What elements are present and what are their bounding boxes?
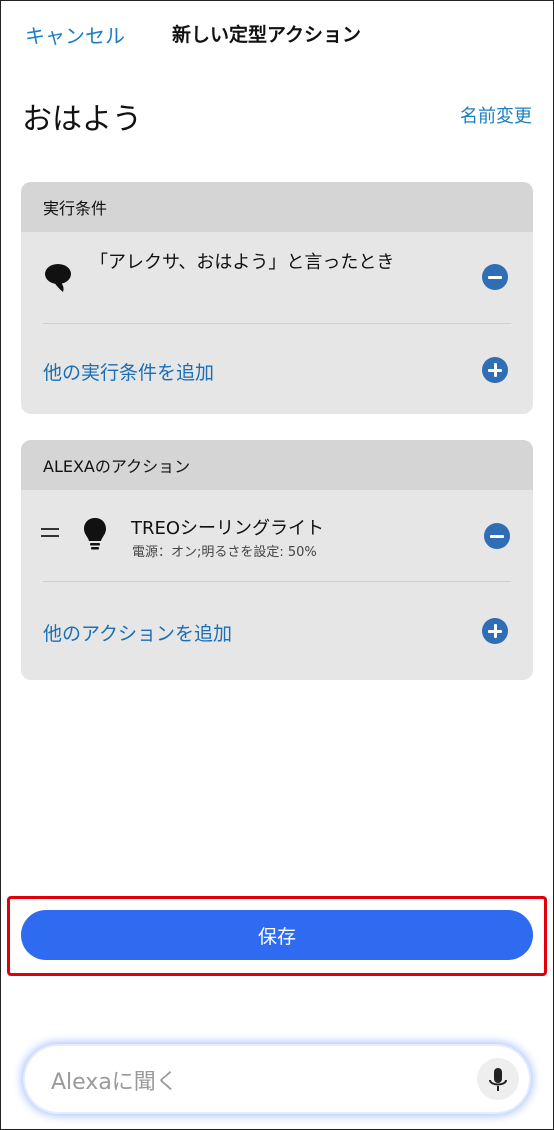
ask-alexa-placeholder[interactable]: Alexaに聞く	[51, 1064, 178, 1096]
action-detail: 電源：オン;明るさを設定: 50%	[132, 545, 317, 560]
add-trigger-link[interactable]: 他の実行条件を追加	[43, 358, 214, 385]
ask-alexa-bar[interactable]: Alexaに聞く	[25, 1046, 529, 1112]
routine-name: おはよう	[22, 102, 142, 137]
lightbulb-icon	[83, 517, 107, 555]
add-action-link[interactable]: 他のアクションを追加	[43, 619, 232, 646]
rename-button[interactable]: 名前変更	[460, 102, 532, 128]
action-card: ALEXAのアクション TREOシーリングライト 電源：オン;明るさを設定: 5…	[21, 440, 533, 680]
microphone-button[interactable]	[477, 1058, 519, 1100]
speech-bubble-icon	[43, 263, 73, 297]
header-title: 新しい定型アクション	[172, 24, 362, 46]
cancel-button[interactable]: キャンセル	[25, 20, 125, 49]
trigger-row[interactable]: 「アレクサ、おはよう」と言ったとき	[21, 232, 533, 324]
drag-handle-icon[interactable]	[41, 528, 59, 540]
trigger-text: 「アレクサ、おはよう」と言ったとき	[90, 252, 395, 273]
divider	[43, 323, 511, 324]
add-action-button[interactable]	[482, 618, 508, 644]
add-trigger-button[interactable]	[482, 357, 508, 383]
save-button[interactable]: 保存	[21, 910, 533, 960]
action-row[interactable]: TREOシーリングライト 電源：オン;明るさを設定: 50%	[21, 490, 533, 582]
remove-action-button[interactable]	[484, 523, 510, 549]
action-section-heading: ALEXAのアクション	[21, 440, 533, 490]
divider	[43, 581, 511, 582]
microphone-icon	[489, 1068, 507, 1091]
action-title: TREOシーリングライト	[131, 518, 325, 539]
remove-trigger-button[interactable]	[482, 264, 508, 290]
trigger-section-heading: 実行条件	[21, 182, 533, 232]
trigger-card: 実行条件 「アレクサ、おはよう」と言ったとき 他の実行条件を追加	[21, 182, 533, 414]
